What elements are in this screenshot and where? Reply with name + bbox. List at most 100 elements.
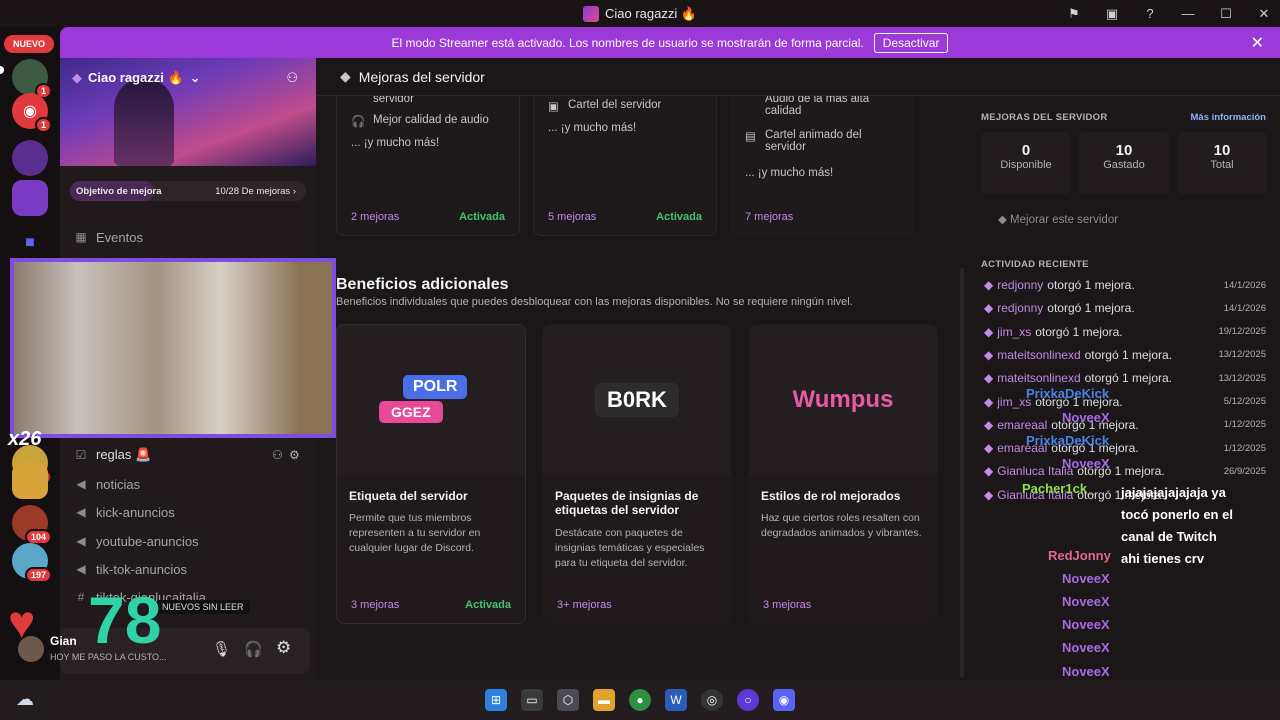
discord-icon[interactable]: ◉	[773, 689, 795, 711]
perk-status: Activada	[465, 599, 511, 611]
minimize-button[interactable]: —	[1180, 6, 1196, 21]
perk-card[interactable]: B0RK Paquetes de insignias de etiquetas …	[542, 324, 732, 624]
channel-reglas[interactable]: ☑ reglas 🚨	[74, 443, 152, 467]
megaphone-icon: ◀	[76, 534, 86, 548]
activity-user[interactable]: redjonny	[997, 278, 1043, 292]
unread-pill	[0, 66, 4, 74]
channel-noticias[interactable]: ◀ noticias	[74, 472, 140, 496]
server-icon[interactable]	[12, 140, 48, 176]
page-title: Mejoras del servidor	[358, 68, 485, 85]
channel-youtube-anuncios[interactable]: ◀ youtube-anuncios	[74, 529, 198, 553]
boost-server-button[interactable]: ◆ Mejorar este servidor	[998, 212, 1118, 226]
more-info-link[interactable]: Más información	[1191, 112, 1267, 123]
gear-icon[interactable]: ⚙	[289, 448, 300, 462]
stat-label: Disponible	[1000, 159, 1052, 171]
activity-text: otorgó 1 mejora.	[1047, 301, 1135, 316]
word-icon[interactable]: W	[665, 689, 687, 711]
server-icon[interactable]: 1	[12, 59, 52, 99]
perk-line: Cartel animado del servidor	[765, 129, 862, 153]
boost-gem-icon: ◆	[340, 68, 351, 84]
webcam-feed	[14, 262, 332, 434]
microphone-icon[interactable]: 🎙	[212, 640, 231, 658]
page-header: ◆ Mejoras del servidor	[316, 58, 1280, 96]
server-icon[interactable]: 197	[12, 543, 52, 583]
start-icon[interactable]: ⊞	[485, 689, 507, 711]
perk-line: servidor	[373, 96, 414, 105]
activity-user[interactable]: jim_xs	[997, 325, 1031, 339]
disable-streamer-button[interactable]: Desactivar	[873, 32, 949, 53]
scrollbar[interactable]	[960, 268, 964, 678]
monitor-icon[interactable]: ▣	[1104, 6, 1120, 22]
weather-icon[interactable]: ☁	[16, 689, 34, 710]
boost-gem-icon: ◆	[984, 464, 994, 479]
stat-available: 0 Disponible	[981, 132, 1071, 194]
chat-username: NoveeX	[1062, 594, 1110, 609]
new-unread-pill[interactable]: NUEVOS SIN LEER	[156, 600, 250, 614]
chat-username: RedJonny	[1048, 548, 1111, 563]
perk-line: ... ¡y mucho más!	[351, 137, 440, 149]
activity-text: otorgó 1 mejora.	[1084, 371, 1173, 386]
perk-card[interactable]: POLR GGEZ Etiqueta del servidor Permite …	[336, 324, 526, 624]
perk-count: 3 mejoras	[351, 599, 400, 611]
headphones-icon[interactable]: 🎧	[244, 640, 263, 658]
tag-label: Wumpus	[792, 386, 894, 413]
perk-card[interactable]: Wumpus Estilos de rol mejorados Haz que …	[748, 324, 938, 624]
activity-text: otorgó 1 mejora.	[1084, 347, 1173, 362]
app-window: Ciao ragazzi 🔥 ⚑ ▣ ? — ☐ ✕ NUEVO 1 ◉ 1 ■ …	[0, 0, 1280, 720]
add-member-icon[interactable]: ⚇	[272, 448, 283, 462]
settings-icon[interactable]: ⚙	[276, 638, 291, 658]
folder-icon[interactable]: ■	[12, 225, 48, 261]
badge-pack-art: B0RK	[543, 325, 731, 475]
tier-card: servidor Mejor calidad de audio 🎧 ... ¡y…	[336, 96, 520, 236]
activity-user[interactable]: mateitsonlinexd	[997, 371, 1080, 385]
chat-username: NoveeX	[1062, 571, 1110, 586]
folder-icon[interactable]: ▬	[593, 689, 615, 711]
activity-date: 1/12/2025	[1223, 419, 1266, 431]
chrome-icon[interactable]: ●	[629, 689, 651, 711]
channel-label: tik-tok-anuncios	[96, 561, 188, 577]
perk-line: Mejor calidad de audio	[373, 114, 489, 126]
server-header[interactable]: ◆ Ciao ragazzi 🔥 ⌄	[72, 70, 201, 86]
image-icon: ▣	[548, 101, 559, 113]
maximize-button[interactable]: ☐	[1218, 6, 1234, 22]
flag-icon[interactable]: ⚑	[1066, 6, 1082, 22]
app-icon[interactable]: ⬡	[557, 689, 579, 711]
help-icon[interactable]: ?	[1142, 6, 1158, 21]
server-icon[interactable]	[12, 463, 48, 499]
boost-gem-icon: ◆	[984, 324, 994, 339]
activity-date: 26/9/2025	[1223, 465, 1266, 477]
boost-goal-bar[interactable]: Objetivo de mejora 10/28 De mejoras ›	[70, 181, 306, 201]
obs-icon[interactable]: ◎	[701, 689, 723, 711]
server-icon-active[interactable]	[12, 180, 48, 216]
megaphone-icon: ◀	[76, 477, 86, 491]
chat-username: Pacher1ck_	[1022, 481, 1095, 496]
activity-date: 14/1/2026	[1223, 279, 1266, 291]
add-member-icon[interactable]: ⚇	[286, 70, 298, 86]
activity-date: 5/12/2025	[1223, 396, 1266, 407]
taskview-icon[interactable]: ▭	[521, 689, 543, 711]
app-icon[interactable]: ○	[737, 689, 759, 711]
badge: 197	[24, 567, 52, 583]
perk-title: Estilos de rol mejorados	[761, 489, 901, 503]
activity-date: 13/12/2025	[1218, 349, 1266, 361]
server-icon[interactable]: 104	[12, 505, 52, 545]
activity-user[interactable]: mateitsonlinexd	[997, 348, 1080, 362]
boost-goal-value: 10/28 De mejoras ›	[215, 185, 296, 197]
close-icon[interactable]: ✕	[1251, 33, 1264, 53]
channel-kick-anuncios[interactable]: ◀ kick-anuncios	[74, 500, 174, 524]
events-item[interactable]: ▦ Eventos	[74, 225, 143, 249]
chat-username: NoveeX	[1062, 456, 1110, 471]
checkbox-icon: ☑	[75, 448, 87, 462]
activity-user[interactable]: redjonny	[997, 301, 1043, 315]
channel-tik-tok-anuncios[interactable]: ◀ tik-tok-anuncios	[74, 557, 187, 581]
like-counter: 78	[88, 583, 162, 657]
discord-icon[interactable]: ◉ 1	[12, 93, 52, 133]
window-title-text: Ciao ragazzi 🔥	[604, 5, 698, 21]
multiplier-text: x26	[8, 428, 42, 450]
tier-count: 7 mejoras	[745, 211, 794, 223]
boost-goal-label: Objetivo de mejora	[76, 185, 162, 197]
activity-date: 13/12/2025	[1218, 372, 1266, 384]
activity-row: ◆ redjonny otorgó 1 mejora. 14/1/2026	[984, 276, 1266, 294]
activity-user[interactable]: emareaal	[997, 418, 1047, 432]
close-button[interactable]: ✕	[1256, 6, 1272, 22]
